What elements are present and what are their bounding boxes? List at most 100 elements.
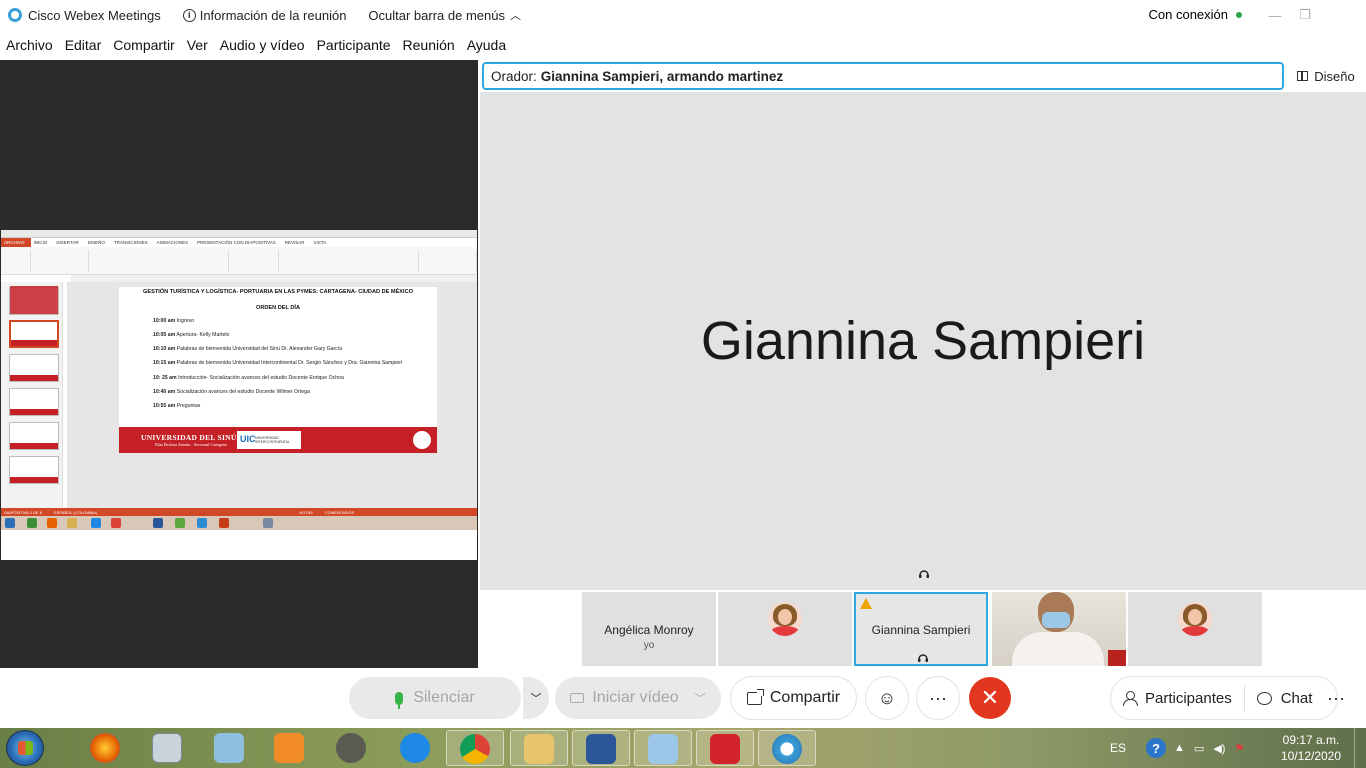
menu-ver[interactable]: Ver bbox=[187, 37, 208, 53]
start-button-icon[interactable] bbox=[6, 730, 44, 766]
chat-button[interactable]: Chat bbox=[1245, 690, 1312, 707]
smiley-icon: ☺ bbox=[877, 687, 897, 708]
notes-icon[interactable] bbox=[214, 733, 244, 763]
participant-video-tile[interactable] bbox=[992, 592, 1126, 666]
ppt-slide-thumbnails bbox=[1, 282, 63, 508]
show-hidden-icons-icon[interactable]: ▲ bbox=[1174, 742, 1185, 754]
people-icon bbox=[1123, 691, 1138, 706]
taskbar-webex[interactable] bbox=[758, 730, 816, 766]
layout-button[interactable]: Diseño bbox=[1290, 62, 1362, 90]
firefox-icon[interactable] bbox=[90, 733, 120, 763]
gimp-icon[interactable] bbox=[336, 733, 366, 763]
windows-taskbar: ES ? ▲ ▭ ◀) ⚑ 09:17 a.m. 10/12/2020 bbox=[0, 728, 1366, 768]
taskbar-word[interactable] bbox=[572, 730, 630, 766]
shared-powerpoint: ARCHIVO INICIO INSERTAR DISEÑO TRANSICIO… bbox=[1, 230, 477, 560]
ppt-tab: VISTA bbox=[313, 240, 327, 245]
participant-tile[interactable]: Angélica Monroy yo bbox=[582, 592, 716, 666]
shared-app-icon bbox=[67, 518, 77, 528]
agenda-item: 10:55 am Preguntas bbox=[153, 403, 201, 409]
menu-archivo[interactable]: Archivo bbox=[6, 37, 53, 53]
clock-time: 09:17 a.m. bbox=[1282, 733, 1340, 747]
menu-compartir[interactable]: Compartir bbox=[113, 37, 174, 53]
ppt-ribbon-group bbox=[89, 250, 229, 272]
headset-icon bbox=[919, 570, 929, 578]
avatar bbox=[1178, 602, 1212, 636]
network-icon[interactable]: ▭ bbox=[1194, 742, 1204, 755]
participants-button[interactable]: Participantes bbox=[1111, 690, 1232, 707]
webex-icon bbox=[772, 734, 802, 764]
mute-options-dropdown[interactable]: ﹀ bbox=[522, 677, 549, 719]
chrome-icon bbox=[460, 734, 490, 764]
ppt-tab: INICIO bbox=[33, 240, 48, 245]
hide-menu-label: Ocultar barra de menús bbox=[368, 7, 505, 23]
show-desktop-button[interactable] bbox=[1354, 728, 1366, 768]
share-button[interactable]: Compartir bbox=[731, 677, 856, 719]
agenda-item: 10:10 am Palabras de bienvenida Universi… bbox=[153, 346, 343, 352]
reactions-button[interactable]: ☺ bbox=[866, 677, 908, 719]
clock[interactable]: 09:17 a.m. 10/12/2020 bbox=[1278, 732, 1344, 764]
meeting-info-button[interactable]: i Información de la reunión bbox=[182, 8, 346, 23]
shared-taskbar bbox=[1, 516, 477, 530]
ppt-status-slide: DIAPOSITIVA 2 DE 8 bbox=[4, 509, 42, 515]
language-indicator[interactable]: ES bbox=[1110, 741, 1126, 755]
ppt-ribbon-tabs: ARCHIVO INICIO INSERTAR DISEÑO TRANSICIO… bbox=[1, 238, 477, 247]
ppt-ribbon-group bbox=[1, 250, 31, 272]
speaker-label: Orador: bbox=[491, 68, 537, 84]
participant-filmstrip: Angélica Monroy yo Giannina Sampieri bbox=[480, 590, 1366, 668]
folder-icon bbox=[524, 734, 554, 764]
minimize-icon[interactable]: — bbox=[1260, 0, 1290, 30]
close-window-icon[interactable] bbox=[1320, 0, 1366, 30]
taskbar-explorer[interactable] bbox=[510, 730, 568, 766]
active-speaker-stage: Giannina Sampieri bbox=[480, 92, 1366, 590]
taskbar-chrome[interactable] bbox=[446, 730, 504, 766]
participant-name: Angélica Monroy bbox=[604, 623, 694, 637]
active-speaker-name: Giannina Sampieri bbox=[700, 311, 1146, 371]
ppt-tab: TRANSICIONES bbox=[113, 240, 148, 245]
mute-button[interactable]: Silenciar bbox=[349, 677, 521, 719]
menu-editar[interactable]: Editar bbox=[65, 37, 102, 53]
share-label: Compartir bbox=[769, 689, 841, 706]
participant-tile-active[interactable]: Giannina Sampieri bbox=[854, 592, 988, 666]
shared-screen-panel[interactable]: ARCHIVO INICIO INSERTAR DISEÑO TRANSICIO… bbox=[0, 60, 478, 668]
video-label: Iniciar vídeo bbox=[592, 689, 679, 706]
menu-reunion[interactable]: Reunión bbox=[403, 37, 455, 53]
ppt-ribbon-group bbox=[229, 250, 279, 272]
help-icon[interactable]: ? bbox=[1146, 738, 1167, 758]
media-player-icon[interactable] bbox=[274, 733, 304, 763]
shared-app-icon bbox=[219, 518, 229, 528]
slide-thumbnail bbox=[9, 354, 59, 382]
ppt-ruler bbox=[71, 275, 477, 282]
agenda-item: 10:00 am Ingreso bbox=[153, 318, 194, 324]
ppt-ribbon-group bbox=[279, 250, 419, 272]
hide-menu-button[interactable]: Ocultar barra de menús ︿ bbox=[368, 7, 521, 23]
video-button[interactable]: Iniciar vídeo ﹀ bbox=[555, 677, 721, 719]
ppt-title-bar bbox=[1, 230, 477, 238]
more-icon: ··· bbox=[929, 687, 947, 708]
menu-bar: Archivo Editar Compartir Ver Audio y víd… bbox=[0, 32, 518, 58]
word-icon bbox=[586, 734, 616, 764]
layout-icon bbox=[1297, 71, 1309, 81]
taskbar-kaspersky[interactable] bbox=[696, 730, 754, 766]
restore-icon[interactable]: ❐ bbox=[1290, 0, 1320, 30]
menu-participante[interactable]: Participante bbox=[317, 37, 391, 53]
agenda-item: 10:15 am Palabras de bienvenida Universi… bbox=[153, 360, 403, 366]
connection-label: Con conexión bbox=[1148, 7, 1229, 22]
menu-audio-video[interactable]: Audio y vídeo bbox=[220, 37, 305, 53]
chevron-up-icon: ︿ bbox=[510, 10, 521, 22]
participant-tile[interactable] bbox=[1128, 592, 1262, 666]
menu-ayuda[interactable]: Ayuda bbox=[467, 37, 506, 53]
calculator-icon[interactable] bbox=[152, 733, 182, 763]
internet-explorer-icon[interactable] bbox=[400, 733, 430, 763]
connection-status: Con conexión bbox=[1148, 7, 1242, 22]
end-meeting-button[interactable]: ✕ bbox=[969, 677, 1011, 719]
action-center-icon[interactable]: ⚑ bbox=[1234, 742, 1244, 755]
avatar bbox=[768, 602, 802, 636]
participant-tile[interactable] bbox=[718, 592, 852, 666]
more-panels-button[interactable]: ··· bbox=[1318, 677, 1354, 719]
more-options-button[interactable]: ··· bbox=[917, 677, 959, 719]
window-controls: — ❐ bbox=[1260, 0, 1366, 30]
volume-icon[interactable]: ◀) bbox=[1213, 742, 1225, 755]
slide: GESTIÓN TURÍSTICA Y LOGÍSTICA- PORTUARIA… bbox=[119, 287, 437, 453]
taskbar-paint[interactable] bbox=[634, 730, 692, 766]
ppt-tab: PRESENTACIÓN CON DIAPOSITIVAS bbox=[197, 240, 276, 245]
